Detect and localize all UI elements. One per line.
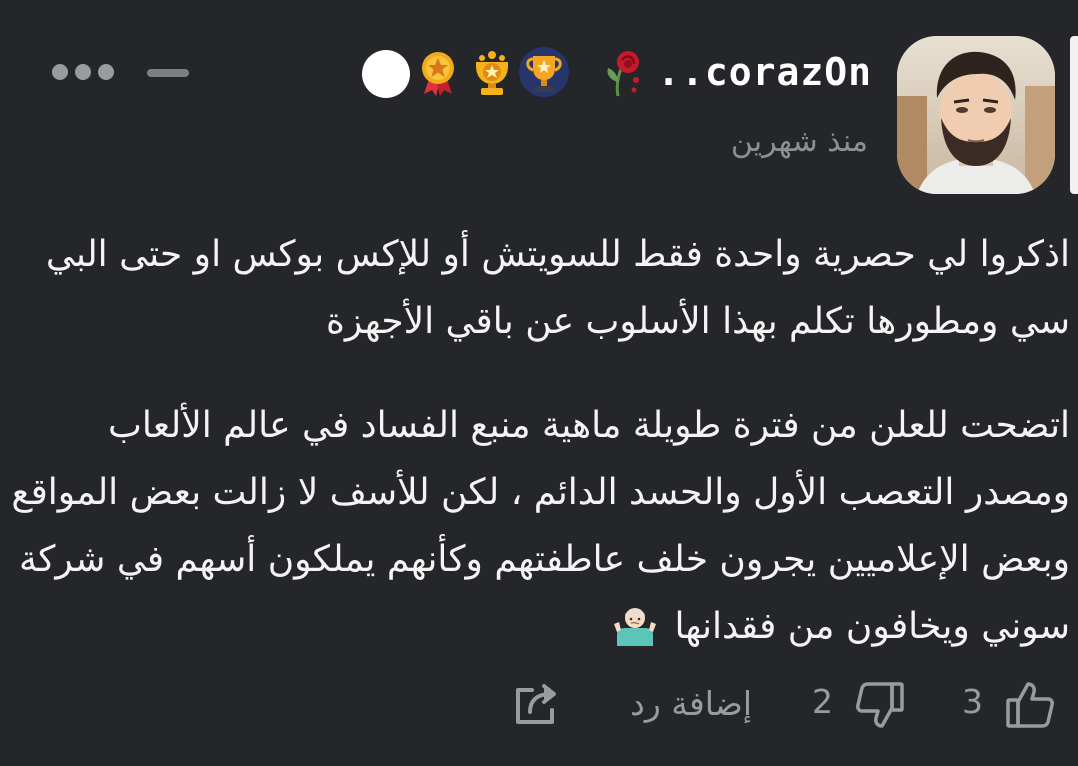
post-paragraph-2-text: اتضحت للعلن من فترة طويلة ماهية منبع الف… [11, 405, 1070, 647]
add-reply-button[interactable]: إضافة رد [630, 684, 752, 723]
gold-trophy-icon [466, 46, 518, 98]
status-dot [362, 50, 410, 98]
dislike-count: 2 [812, 682, 833, 721]
like-icon[interactable] [1004, 680, 1056, 730]
collapse-icon[interactable] [147, 69, 189, 77]
username[interactable]: ..corazOn [650, 50, 872, 94]
post-paragraph-2: اتضحت للعلن من فترة طويلة ماهية منبع الف… [0, 392, 1070, 660]
shrug-emoji-icon [613, 601, 657, 646]
more-options-icon[interactable] [52, 64, 114, 80]
share-icon[interactable] [512, 680, 562, 730]
avatar[interactable] [897, 36, 1055, 194]
medal-star-icon [412, 46, 464, 98]
scrollbar[interactable] [1070, 36, 1078, 194]
timestamp: منذ شهرين [730, 124, 868, 159]
dislike-icon[interactable] [854, 680, 906, 730]
trophy-cup-icon [518, 46, 570, 98]
post-paragraph-1: اذكروا لي حصرية واحدة فقط للسويتش أو للإ… [45, 234, 1070, 342]
like-count: 3 [962, 682, 983, 721]
comment-card: ..corazOn منذ شهرين اذكروا لي حصرية واحد… [0, 0, 1078, 766]
rose-icon [598, 46, 650, 98]
